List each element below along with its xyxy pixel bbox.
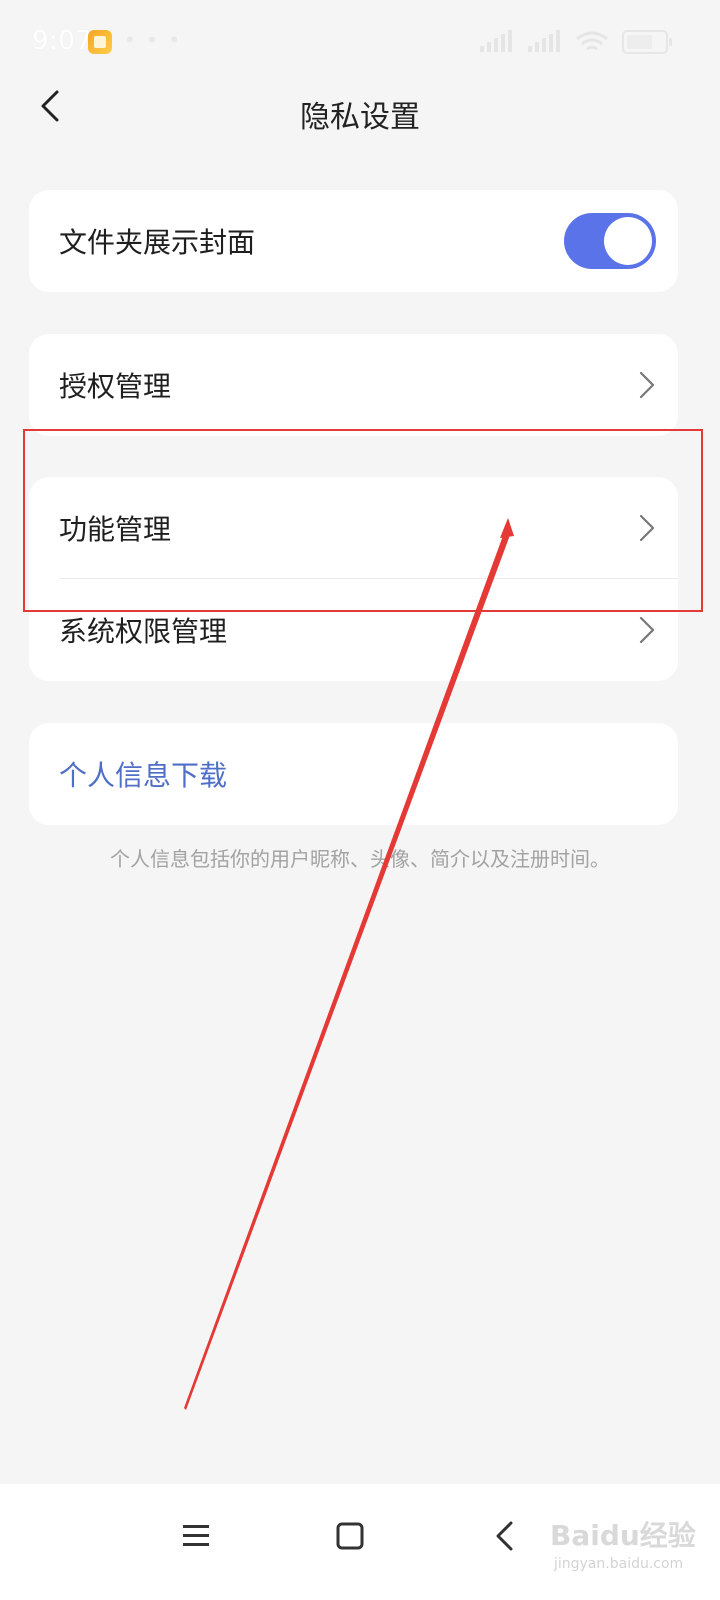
chevron-right-icon: [639, 616, 655, 644]
notification-dots: • • •: [124, 28, 183, 52]
card-auth-manage: 授权管理: [29, 334, 678, 436]
card-permissions: 功能管理 系统权限管理: [29, 477, 678, 681]
card-personal-info: 个人信息下载: [29, 723, 678, 825]
feature-manage-label: 功能管理: [59, 513, 172, 546]
signal-icon-2: [528, 30, 560, 52]
setting-row-personal-info-download[interactable]: 个人信息下载: [29, 723, 678, 825]
setting-row-auth-manage[interactable]: 授权管理: [29, 334, 678, 436]
notification-app-icon: [88, 30, 112, 54]
chevron-right-icon: [639, 514, 655, 542]
setting-row-folder-cover: 文件夹展示封面: [29, 190, 678, 292]
watermark-brand: Baidu经验: [550, 1519, 696, 1552]
watermark-site: jingyan.baidu.com: [554, 1556, 684, 1572]
wifi-icon: [576, 31, 608, 51]
chevron-right-icon: [639, 371, 655, 399]
menu-button[interactable]: [166, 1506, 226, 1566]
folder-cover-label: 文件夹展示封面: [59, 226, 256, 259]
toggle-knob: [604, 217, 652, 265]
system-permission-label: 系统权限管理: [59, 615, 228, 648]
header: 隐私设置: [0, 70, 720, 150]
system-nav-bar: Baidu经验 jingyan.baidu.com: [0, 1484, 720, 1600]
personal-info-download-link[interactable]: 个人信息下载: [59, 754, 227, 794]
setting-row-feature-manage[interactable]: 功能管理: [29, 477, 678, 579]
menu-icon: [183, 1525, 209, 1546]
home-square-icon: [336, 1522, 364, 1550]
back-nav-button[interactable]: [474, 1506, 534, 1566]
status-time: 9:07: [32, 26, 93, 56]
folder-cover-toggle[interactable]: [564, 213, 656, 269]
status-indicators: [478, 30, 672, 54]
signal-icon: [480, 30, 512, 52]
battery-icon: [622, 30, 672, 54]
auth-manage-label: 授权管理: [59, 370, 172, 403]
card-folder-cover: 文件夹展示封面: [29, 190, 678, 292]
home-button[interactable]: [320, 1506, 380, 1566]
setting-row-system-permission[interactable]: 系统权限管理: [29, 579, 678, 681]
baidu-jingyan-watermark: Baidu经验 jingyan.baidu.com: [550, 1494, 700, 1584]
back-arrow-icon: [496, 1521, 513, 1551]
personal-info-note: 个人信息包括你的用户昵称、头像、简介以及注册时间。: [110, 847, 610, 871]
page-title: 隐私设置: [300, 100, 420, 135]
